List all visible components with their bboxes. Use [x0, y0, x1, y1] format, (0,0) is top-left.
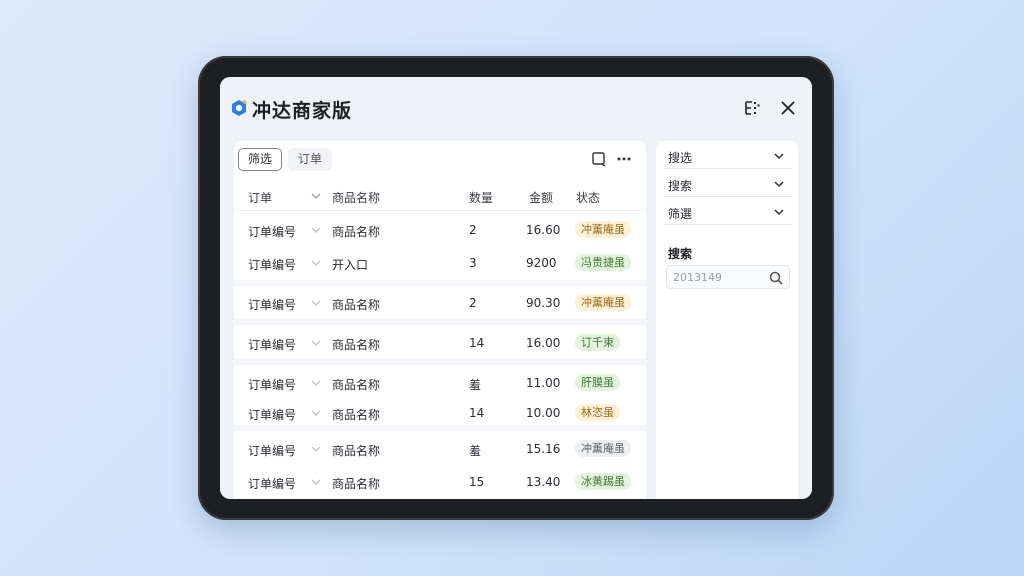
product-name: 商品名称	[332, 408, 381, 422]
status-badge: 冯贵捷虽	[575, 254, 631, 271]
app-title: 冲达商家版	[252, 100, 353, 122]
header-qty: 数量	[469, 191, 494, 205]
tablet-frame: 冲达商家版 筛选 订单 订单 商品名称 数量 金额 状态 订单编号 商品名称 2…	[198, 56, 834, 520]
quantity: 14	[469, 406, 485, 420]
table-row[interactable]: 订单编号 商品名称 2 90.30 冲薰庵虽	[234, 286, 646, 318]
amount: 9200	[526, 256, 557, 270]
quantity: 羞	[469, 444, 482, 458]
amount: 90.30	[526, 296, 561, 310]
close-icon[interactable]	[778, 98, 798, 118]
chevron-down-icon[interactable]	[311, 409, 321, 417]
table-row[interactable]: 订单编号 商品名称 15 13.40 冰黄踢虽	[234, 465, 646, 497]
product-name: 商品名称	[332, 298, 381, 312]
quantity: 羞	[469, 378, 482, 392]
quantity: 14	[469, 336, 485, 350]
table-row[interactable]: 订单编号 开入口 3 9200 冯贵捷虽	[234, 246, 646, 278]
chevron-down-icon	[774, 153, 784, 160]
product-name: 商品名称	[332, 338, 381, 352]
order-number: 订单编号	[248, 378, 297, 392]
amount: 10.00	[526, 406, 561, 420]
header-product: 商品名称	[332, 191, 381, 205]
chevron-down-icon	[774, 181, 784, 188]
chevron-down-icon[interactable]	[311, 379, 321, 387]
chevron-down-icon[interactable]	[311, 226, 321, 234]
order-number: 订单编号	[248, 338, 297, 352]
row-separator	[234, 319, 646, 325]
status-badge: 冲薰庵虽	[575, 440, 631, 457]
top-bar: 冲达商家版	[220, 77, 812, 137]
search-label: 搜索	[668, 247, 693, 261]
dropdown-filter-3[interactable]: 筛選	[664, 199, 792, 225]
chevron-down-icon	[774, 209, 784, 216]
chevron-down-icon[interactable]	[311, 478, 321, 486]
quantity: 2	[469, 296, 477, 310]
table-row[interactable]: 订单编号 商品名称 羞 11.00 肝膜虽	[234, 366, 646, 398]
order-number: 订单编号	[248, 225, 297, 239]
amount: 11.00	[526, 376, 561, 390]
dropdown-label: 搜选	[668, 151, 693, 165]
chevron-down-icon[interactable]	[311, 299, 321, 307]
quantity: 2	[469, 223, 477, 237]
chevron-down-icon[interactable]	[311, 192, 321, 200]
status-badge: 冲薰庵虽	[575, 221, 631, 238]
dropdown-label: 搜索	[668, 179, 693, 193]
dropdown-filter-2[interactable]: 搜索	[664, 171, 792, 197]
product-name: 开入口	[332, 258, 369, 272]
header-amount: 金额	[529, 191, 554, 205]
dropdown-filter-1[interactable]: 搜选	[664, 143, 792, 169]
grid-icon[interactable]	[742, 98, 762, 118]
amount: 15.16	[526, 442, 561, 456]
row-separator	[234, 359, 646, 365]
status-badge: 冰黄踢虽	[575, 473, 631, 490]
status-badge: 冲薰庵虽	[575, 294, 631, 311]
amount: 16.60	[526, 223, 561, 237]
quantity: 3	[469, 256, 477, 270]
logo-icon	[232, 100, 247, 116]
table-row[interactable]: 订单编号 商品名称 14 16.00 订千束	[234, 326, 646, 358]
product-name: 商品名称	[332, 444, 381, 458]
product-name: 商品名称	[332, 477, 381, 491]
table-row[interactable]: 订单编号 商品名称 羞 15.16 冲薰庵虽	[234, 432, 646, 464]
filter-sidebar: 搜选 搜索 筛選 搜索 2013149	[656, 141, 798, 499]
order-number: 订单编号	[248, 477, 297, 491]
search-icon[interactable]	[768, 270, 784, 286]
status-badge: 订千束	[575, 334, 620, 351]
table-row[interactable]: 订单编号 商品名称 2 16.60 冲薰庵虽	[234, 213, 646, 245]
product-name: 商品名称	[332, 378, 381, 392]
square-icon[interactable]	[591, 151, 607, 167]
order-number: 订单编号	[248, 408, 297, 422]
filter-chip[interactable]: 筛选	[238, 148, 283, 171]
order-number: 订单编号	[248, 258, 297, 272]
app-screen: 冲达商家版 筛选 订单 订单 商品名称 数量 金额 状态 订单编号 商品名称 2…	[220, 77, 812, 499]
header-status: 状态	[576, 191, 601, 205]
header-order: 订单	[248, 191, 273, 205]
dropdown-label: 筛選	[668, 207, 693, 221]
search-value: 2013149	[673, 271, 722, 284]
order-number: 订单编号	[248, 444, 297, 458]
order-number: 订单编号	[248, 298, 297, 312]
search-input[interactable]: 2013149	[666, 265, 790, 289]
product-name: 商品名称	[332, 225, 381, 239]
orders-chip[interactable]: 订单	[288, 148, 333, 171]
chevron-down-icon[interactable]	[311, 259, 321, 267]
table-row[interactable]: 订单编号 商品名称 14 10.00 林恣虽	[234, 396, 646, 428]
more-icon[interactable]	[616, 151, 632, 167]
status-badge: 林恣虽	[575, 404, 620, 421]
status-badge: 肝膜虽	[575, 374, 620, 391]
amount: 13.40	[526, 475, 561, 489]
chevron-down-icon[interactable]	[311, 339, 321, 347]
table-header: 订单 商品名称 数量 金额 状态	[234, 179, 646, 211]
orders-panel: 筛选 订单 订单 商品名称 数量 金额 状态 订单编号 商品名称 2 16.60 冲薰庵…	[234, 141, 646, 499]
chevron-down-icon[interactable]	[311, 445, 321, 453]
amount: 16.00	[526, 336, 561, 350]
quantity: 15	[469, 475, 485, 489]
